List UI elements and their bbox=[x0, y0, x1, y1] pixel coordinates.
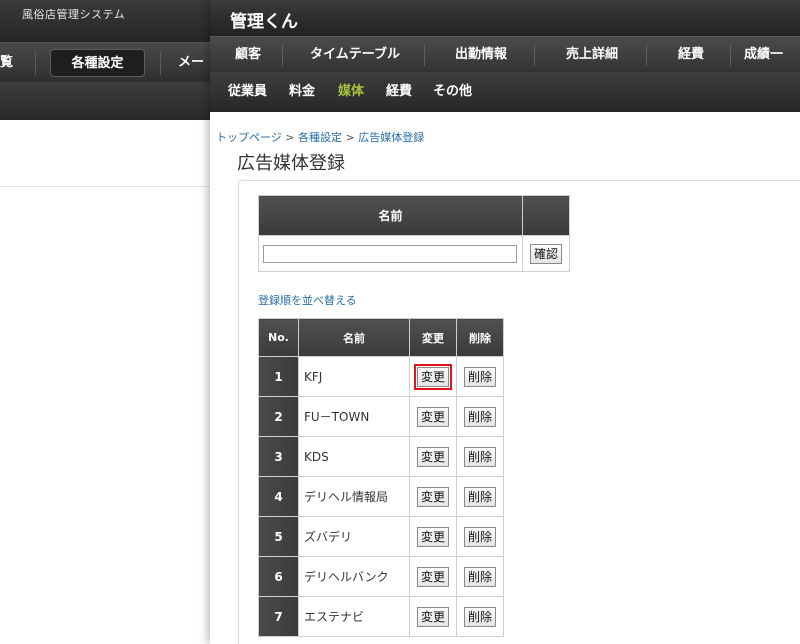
nav-item-attendance[interactable]: 出勤情報 bbox=[436, 37, 526, 73]
table-header-row: No. 名前 変更 削除 bbox=[258, 318, 504, 357]
row-number: 5 bbox=[258, 516, 299, 557]
background-nav-item-settings[interactable]: 各種設定 bbox=[50, 49, 145, 77]
delete-button[interactable]: 削除 bbox=[463, 486, 496, 507]
header-delete: 削除 bbox=[456, 318, 504, 357]
search-table: 名前 確認 bbox=[258, 195, 571, 272]
row-name: KFJ bbox=[298, 356, 410, 397]
search-header-empty bbox=[521, 195, 571, 236]
breadcrumb-separator: > bbox=[345, 131, 355, 144]
edit-button[interactable]: 変更 bbox=[416, 446, 449, 467]
search-button-cell: 確認 bbox=[521, 235, 571, 272]
sub-nav-item-media[interactable]: 媒体 bbox=[338, 72, 364, 112]
table-row: 1 KFJ 変更 削除 bbox=[258, 356, 504, 397]
nav-separator bbox=[282, 44, 283, 66]
edit-button[interactable]: 変更 bbox=[416, 526, 449, 547]
breadcrumb-current[interactable]: 広告媒体登録 bbox=[358, 131, 424, 144]
nav-separator bbox=[160, 51, 161, 75]
nav-item-performance[interactable]: 成績一 bbox=[744, 37, 800, 73]
nav-separator bbox=[646, 44, 647, 66]
table-row: 5 ズバデリ 変更 削除 bbox=[258, 516, 504, 557]
table-row: 6 デリヘルバンク 変更 削除 bbox=[258, 556, 504, 597]
background-app-title: 風俗店管理システム bbox=[22, 8, 126, 21]
breadcrumb-top-page[interactable]: トップページ bbox=[216, 131, 282, 144]
media-table: No. 名前 変更 削除 1 KFJ 変更 削除 2 FU－TOWN 変更 削除… bbox=[258, 318, 504, 637]
nav-separator bbox=[730, 44, 731, 66]
background-divider bbox=[0, 186, 210, 187]
row-name: エステナビ bbox=[298, 596, 410, 637]
header-edit: 変更 bbox=[409, 318, 457, 357]
edit-button[interactable]: 変更 bbox=[416, 566, 449, 587]
background-nav-item-mail[interactable]: メー bbox=[178, 43, 204, 83]
sub-nav-item-other[interactable]: その他 bbox=[433, 72, 472, 112]
row-name: ズバデリ bbox=[298, 516, 410, 557]
main-nav: 顧客 タイムテーブル 出勤情報 売上詳細 経費 成績一 bbox=[210, 36, 800, 72]
row-name: KDS bbox=[298, 436, 410, 477]
row-number: 2 bbox=[258, 396, 299, 437]
edit-button[interactable]: 変更 bbox=[413, 363, 453, 390]
table-row: 2 FU－TOWN 変更 削除 bbox=[258, 396, 504, 437]
breadcrumb: トップページ > 各種設定 > 広告媒体登録 bbox=[216, 129, 424, 145]
edit-button[interactable]: 変更 bbox=[416, 486, 449, 507]
delete-button[interactable]: 削除 bbox=[463, 366, 496, 387]
delete-button[interactable]: 削除 bbox=[463, 526, 496, 547]
search-input-cell bbox=[258, 235, 523, 272]
row-name: デリヘルバンク bbox=[298, 556, 410, 597]
name-search-input[interactable] bbox=[263, 244, 517, 263]
table-row: 4 デリヘル情報局 変更 削除 bbox=[258, 476, 504, 517]
edit-button[interactable]: 変更 bbox=[416, 406, 449, 427]
table-row: 7 エステナビ 変更 削除 bbox=[258, 596, 504, 637]
search-header-name: 名前 bbox=[258, 195, 523, 236]
edit-button[interactable]: 変更 bbox=[416, 606, 449, 627]
nav-item-timetable[interactable]: タイムテーブル bbox=[294, 37, 416, 73]
nav-separator bbox=[534, 44, 535, 66]
row-number: 3 bbox=[258, 436, 299, 477]
row-number: 1 bbox=[258, 356, 299, 397]
row-name: デリヘル情報局 bbox=[298, 476, 410, 517]
sort-order-link[interactable]: 登録順を並べ替える bbox=[258, 292, 357, 308]
app-header: 管理くん bbox=[210, 0, 800, 36]
nav-item-expenses[interactable]: 経費 bbox=[658, 37, 724, 73]
nav-item-customers[interactable]: 顧客 bbox=[220, 37, 276, 73]
delete-button[interactable]: 削除 bbox=[463, 406, 496, 427]
header-no: No. bbox=[258, 318, 299, 357]
nav-separator bbox=[424, 44, 425, 66]
delete-button[interactable]: 削除 bbox=[463, 446, 496, 467]
background-nav-item-list[interactable]: 覧 bbox=[0, 43, 13, 83]
sub-nav-item-pricing[interactable]: 料金 bbox=[289, 72, 315, 112]
header-name: 名前 bbox=[298, 318, 410, 357]
confirm-button[interactable]: 確認 bbox=[529, 243, 562, 264]
delete-button[interactable]: 削除 bbox=[463, 566, 496, 587]
nav-separator bbox=[35, 51, 36, 75]
nav-item-sales-details[interactable]: 売上詳細 bbox=[546, 37, 638, 73]
row-name: FU－TOWN bbox=[298, 396, 410, 437]
row-number: 6 bbox=[258, 556, 299, 597]
row-number: 7 bbox=[258, 596, 299, 637]
sub-nav-item-staff[interactable]: 従業員 bbox=[228, 72, 267, 112]
breadcrumb-separator: > bbox=[285, 131, 295, 144]
foreground-window: 管理くん 顧客 タイムテーブル 出勤情報 売上詳細 経費 成績一 従業員 料金 … bbox=[210, 0, 800, 644]
sub-nav-item-expenses[interactable]: 経費 bbox=[386, 72, 412, 112]
row-number: 4 bbox=[258, 476, 299, 517]
breadcrumb-settings[interactable]: 各種設定 bbox=[298, 131, 342, 144]
page-title: 広告媒体登録 bbox=[237, 153, 345, 174]
table-row: 3 KDS 変更 削除 bbox=[258, 436, 504, 477]
sub-nav: 従業員 料金 媒体 経費 その他 bbox=[210, 72, 800, 112]
delete-button[interactable]: 削除 bbox=[463, 606, 496, 627]
app-title: 管理くん bbox=[230, 12, 298, 32]
